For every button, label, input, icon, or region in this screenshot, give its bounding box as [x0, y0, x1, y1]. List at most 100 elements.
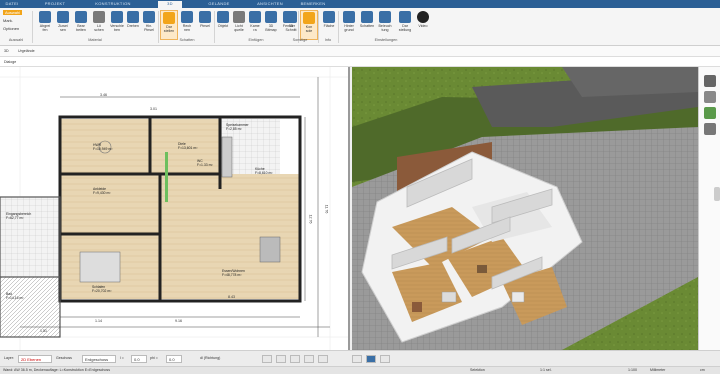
view-toggle[interactable]: 3D	[4, 49, 9, 53]
direction-label[interactable]: dl (Richtung)	[200, 356, 220, 360]
floor-label: Geschoss	[56, 356, 72, 360]
footer-info: Wand: AW 36.5 m, Deckenauflage: L=Konstr…	[3, 368, 111, 372]
dimension-label: 1.51	[40, 329, 47, 333]
snap-icon[interactable]	[262, 355, 272, 363]
3d-view[interactable]	[352, 67, 698, 350]
group-label-einstellungen: Einstellungen	[374, 38, 398, 42]
camera-icon	[249, 11, 261, 23]
grid-icon[interactable]	[276, 355, 286, 363]
3d-pan-icon[interactable]	[380, 355, 390, 363]
floor-plan-view[interactable]: Diele F=13,601 m² HWR F=15,949 m² Küche F=8…	[0, 67, 350, 350]
beleuchtung-button[interactable]: Beleuch tung	[376, 10, 394, 40]
3d-schnitt-button[interactable]: 3D Schnitt	[282, 10, 300, 40]
chair-icon	[217, 11, 229, 23]
layers-icon[interactable]	[704, 75, 716, 87]
separator	[32, 11, 33, 43]
floor-select[interactable]: Erdgeschoss	[82, 355, 116, 363]
dialog-label[interactable]: Dialoge	[4, 60, 16, 64]
view-side-rail	[698, 67, 720, 350]
tab-3d[interactable]: 3D	[158, 1, 182, 8]
pinsel-button[interactable]: Pinsel	[196, 10, 214, 40]
hintergrund-button[interactable]: Hinter grund	[340, 10, 358, 40]
tree-icon[interactable]	[704, 107, 716, 119]
footer-zoom: cm	[700, 368, 705, 372]
brush-icon	[39, 11, 51, 23]
play-icon	[417, 11, 429, 23]
tab-bemerken[interactable]: BEMERKEN	[296, 1, 330, 8]
settings-icon[interactable]	[704, 123, 716, 135]
tab-ansichten[interactable]: ANSICHTEN	[254, 1, 286, 8]
darstellung-button[interactable]: Dar stellung	[396, 10, 414, 40]
loeschen-button[interactable]: Lö schen	[90, 10, 108, 40]
rotate-icon	[127, 11, 139, 23]
room-label: Eingangsbereich F=62,77 m²	[6, 212, 32, 220]
ribbon: Auswahl Mark. Optionen Abgrei fen Zuwei se…	[0, 8, 720, 46]
tab-projekt[interactable]: PROJEKT	[40, 1, 70, 8]
3d-zoom-icon[interactable]	[366, 355, 376, 363]
edit-icon	[75, 11, 87, 23]
monitor-icon	[399, 11, 411, 23]
group-label-info: Info	[324, 38, 332, 42]
stack-icon[interactable]	[704, 91, 716, 103]
tab-datei[interactable]: DATEI	[2, 1, 22, 8]
phi-input[interactable]: 0.0	[166, 355, 182, 363]
rechnen-button[interactable]: Rech nen	[178, 10, 196, 40]
footer-mode: Selektion	[470, 368, 485, 372]
expand-handle[interactable]	[714, 187, 720, 201]
room-label: Ankleide F=9,430 m²	[93, 187, 111, 195]
lightbulb-icon	[233, 11, 245, 23]
angle-icon[interactable]	[290, 355, 300, 363]
room-label: HWR F=15,949 m²	[93, 143, 113, 151]
phi-label: phi =	[150, 356, 158, 360]
room-label: Essen/Wohnen F=48,778 m²	[222, 269, 245, 277]
image-icon	[265, 11, 277, 23]
footer-scale: 1:1 sel.	[540, 368, 552, 372]
view-mode[interactable]: Urgelände	[18, 49, 35, 53]
calculate-icon	[181, 11, 193, 23]
group-label-auswahl: Auswahl	[8, 38, 24, 42]
paint-icon	[143, 11, 155, 23]
schatten-button[interactable]: Schatten	[358, 10, 376, 40]
console-icon	[303, 12, 315, 24]
measure-icon[interactable]	[318, 355, 328, 363]
hin-pinsel-button[interactable]: Hin. Pinsel	[140, 10, 158, 40]
group-label-sonstige: Sonstige	[292, 38, 308, 42]
floor-plan-drawing	[0, 67, 348, 350]
l-input[interactable]: 0.0	[131, 355, 147, 363]
dimension-label: 1.14	[95, 319, 102, 323]
darstellen-button[interactable]: Dar stellen	[160, 10, 178, 40]
separator	[338, 11, 339, 43]
select-tool[interactable]: Auswahl	[3, 10, 23, 15]
konsole-button[interactable]: Kon sole	[300, 10, 318, 40]
tab-gelaende[interactable]: GELÄNDE	[204, 1, 234, 8]
layer-select[interactable]: 2D Ebenen	[18, 355, 52, 363]
separator	[158, 11, 159, 43]
dimension-label: 3.46	[100, 93, 107, 97]
room-label: Diele F=13,601 m²	[178, 142, 198, 150]
zuweisen-button[interactable]: Zuwei sen	[54, 10, 72, 40]
room-label: Küche F=8,610 m²	[255, 167, 273, 175]
tab-konstruktion[interactable]: KONSTRUKTION	[92, 1, 134, 8]
dimension-label: 12.76	[308, 214, 313, 224]
dimension-label: 8.43	[228, 295, 235, 299]
dimension-label: 9.16	[175, 319, 182, 323]
ortho-icon[interactable]	[304, 355, 314, 363]
footer-status: Wand: AW 36.5 m, Deckenauflage: L=Konstr…	[0, 366, 720, 374]
brush-icon	[199, 11, 211, 23]
delete-icon	[93, 11, 105, 23]
background-icon	[343, 11, 355, 23]
footer-unit: Millimeter	[650, 368, 666, 372]
3d-rotate-icon[interactable]	[352, 355, 362, 363]
ribbon-tab-bar: DATEI PROJEKT KONSTRUKTION 3D GELÄNDE AN…	[0, 0, 720, 8]
video-button[interactable]: Video	[414, 10, 432, 40]
abgreifen-button[interactable]: Abgrei fen	[36, 10, 54, 40]
group-label-material: Material	[88, 38, 102, 42]
room-label: Bad F=14,16 m²	[6, 292, 24, 300]
options-tool[interactable]: Optionen	[3, 26, 19, 31]
l-label: l =	[120, 356, 124, 360]
bearbeiten-button[interactable]: Bear beiten	[72, 10, 90, 40]
section-icon	[285, 11, 297, 23]
flaeche-button[interactable]: Fläche	[320, 10, 338, 40]
mark-tool[interactable]: Mark.	[3, 18, 13, 23]
3d-bitmap-button[interactable]: 3D Bitmap	[262, 10, 280, 40]
